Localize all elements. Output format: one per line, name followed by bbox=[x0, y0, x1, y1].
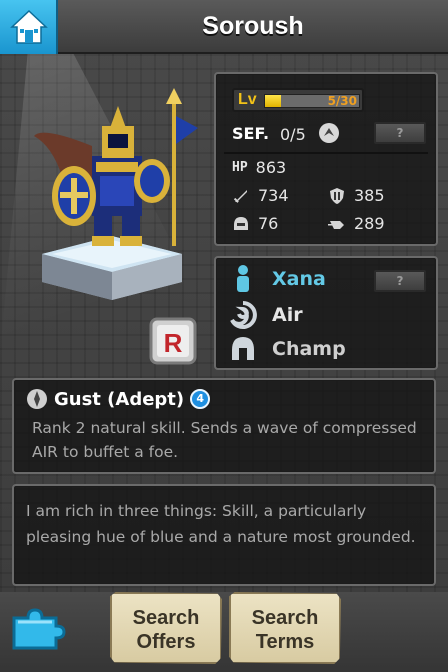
speed-icon bbox=[328, 220, 344, 229]
recovery-stat: 76 bbox=[232, 214, 278, 233]
skill-rank-badge: 4 bbox=[190, 389, 211, 409]
hero-name: Xana bbox=[272, 268, 326, 290]
bio-panel: I am rich in three things: Skill, a part… bbox=[12, 484, 436, 586]
attack-stat: 734 bbox=[232, 186, 289, 205]
sef-value: 0/5 bbox=[280, 125, 306, 144]
level-label: Lv bbox=[238, 91, 257, 108]
recovery-value: 76 bbox=[258, 214, 279, 233]
bio-text: I am rich in three things: Skill, a part… bbox=[26, 502, 416, 546]
hp-stat: HP 863 bbox=[232, 158, 286, 177]
speed-stat: 289 bbox=[328, 214, 385, 233]
level-box: Lv 5/30 bbox=[232, 88, 364, 112]
class-value: Champ bbox=[272, 338, 346, 360]
class-row: Champ bbox=[228, 334, 346, 364]
search-offers-line2: Offers bbox=[136, 631, 196, 653]
search-terms-line1: Search bbox=[251, 607, 319, 629]
sef-icon bbox=[319, 123, 339, 143]
page-title: Soroush bbox=[202, 12, 304, 40]
level-bar: 5/30 bbox=[264, 94, 360, 108]
name-help-button[interactable]: ? bbox=[374, 270, 426, 292]
person-icon bbox=[237, 265, 249, 292]
defense-value: 385 bbox=[354, 186, 385, 205]
info-panel: Xana ? Air Champ bbox=[214, 256, 438, 370]
skill-title-row: Gust (Adept) 4 bbox=[26, 388, 211, 410]
rarity-letter: R bbox=[164, 328, 183, 358]
attack-value: 734 bbox=[258, 186, 289, 205]
skill-name: Gust (Adept) bbox=[54, 388, 185, 410]
element-value: Air bbox=[272, 304, 303, 326]
search-terms-line2: Terms bbox=[255, 631, 315, 653]
puzzle-button[interactable] bbox=[8, 608, 70, 654]
champ-helmet-icon bbox=[232, 337, 254, 360]
skill-panel: Gust (Adept) 4 Rank 2 natural skill. Sen… bbox=[12, 378, 436, 474]
home-button[interactable] bbox=[0, 0, 58, 54]
rarity-badge: R bbox=[149, 317, 197, 365]
stats-panel: Lv 5/30 SEF. 0/5 ? HP 863 734 385 76 289 bbox=[214, 72, 438, 246]
level-text: 5/30 bbox=[327, 94, 357, 108]
skill-description: Rank 2 natural skill. Sends a wave of co… bbox=[32, 419, 417, 461]
search-offers-line1: Search bbox=[132, 607, 200, 629]
hero-sprite bbox=[34, 88, 198, 300]
home-icon bbox=[10, 9, 48, 44]
stats-divider bbox=[224, 152, 428, 154]
skill-icon bbox=[27, 389, 47, 409]
shield-icon bbox=[330, 187, 344, 204]
search-offers-button[interactable]: Search Offers bbox=[110, 592, 222, 664]
speed-value: 289 bbox=[354, 214, 385, 233]
hp-label: HP bbox=[232, 160, 248, 175]
search-terms-button[interactable]: Search Terms bbox=[229, 592, 341, 664]
helmet-icon bbox=[234, 216, 248, 230]
level-bar-fill bbox=[265, 95, 281, 107]
defense-stat: 385 bbox=[328, 186, 385, 205]
hp-value: 863 bbox=[255, 158, 287, 177]
screen: Soroush R Lv 5/30 SEF. 0/5 ? HP 863 734 … bbox=[0, 0, 448, 672]
air-element-icon bbox=[230, 301, 257, 329]
sword-icon bbox=[233, 189, 247, 203]
sef-label: SEF. bbox=[232, 124, 270, 143]
hero-name-row: Xana bbox=[228, 264, 326, 294]
element-row: Air bbox=[228, 300, 303, 330]
sef-help-button[interactable]: ? bbox=[374, 122, 426, 144]
header-bar: Soroush bbox=[0, 0, 448, 54]
bottom-bar: Search Offers Search Terms bbox=[0, 592, 448, 672]
